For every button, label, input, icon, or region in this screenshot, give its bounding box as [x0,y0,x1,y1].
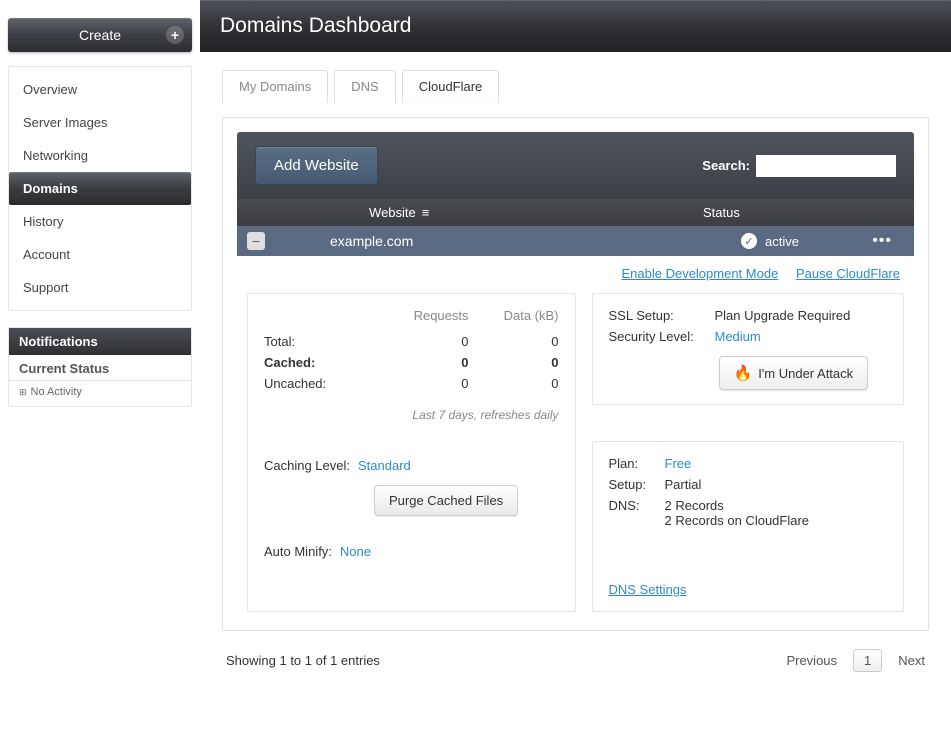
dns-value-line2: 2 Records on CloudFlare [665,513,810,528]
collapse-toggle[interactable]: − [247,232,265,250]
setup-value: Partial [665,477,702,492]
sort-icon: ≡ [422,205,430,220]
tabs: My Domains DNS CloudFlare [222,70,929,103]
auto-minify-label: Auto Minify: [264,544,332,559]
plan-label: Plan: [609,456,659,471]
ssl-setup-label: SSL Setup: [609,308,709,323]
showing-text: Showing 1 to 1 of 1 entries [226,653,380,668]
pause-cloudflare-link[interactable]: Pause CloudFlare [796,266,900,281]
plus-icon: + [166,26,184,44]
stats-row-uncached: Uncached: 0 0 [264,373,559,394]
col-data: Data (kB) [469,308,559,323]
nav-item-history[interactable]: History [9,205,191,238]
flame-icon: 🔥 [734,364,753,382]
stats-note: Last 7 days, refreshes daily [264,408,559,422]
under-attack-button[interactable]: 🔥 I'm Under Attack [719,356,869,390]
panel-toolbar: Add Website Search: [237,132,914,199]
page-number[interactable]: 1 [853,649,882,672]
security-level-label: Security Level: [609,329,709,344]
enable-dev-mode-link[interactable]: Enable Development Mode [621,266,778,281]
nav-item-networking[interactable]: Networking [9,139,191,172]
create-button[interactable]: Create + [8,18,192,52]
setup-label: Setup: [609,477,659,492]
col-website[interactable]: Website≡ [255,205,543,220]
column-headers: Website≡ Status [237,199,914,226]
previous-button[interactable]: Previous [786,653,837,668]
action-links: Enable Development Mode Pause CloudFlare [237,256,914,293]
site-name: example.com [330,233,413,249]
nav-item-server-images[interactable]: Server Images [9,106,191,139]
more-icon[interactable]: ••• [872,232,892,250]
dns-settings-link[interactable]: DNS Settings [609,582,687,597]
status-text: active [765,234,799,249]
tab-dns[interactable]: DNS [334,70,395,103]
tab-cloudflare[interactable]: CloudFlare [402,70,500,103]
nav-item-overview[interactable]: Overview [9,73,191,106]
search-input[interactable] [756,155,896,177]
caching-level-label: Caching Level: [264,458,350,473]
cloudflare-panel: Add Website Search: Website≡ Status − ex… [222,117,929,631]
purge-cached-files-button[interactable]: Purge Cached Files [374,485,518,516]
notifications-panel: Notifications Current Status ⊞ No Activi… [8,327,192,407]
col-status[interactable]: Status [543,205,799,220]
nav-list: Overview Server Images Networking Domain… [8,66,192,311]
add-website-button[interactable]: Add Website [255,146,378,185]
security-card: SSL Setup: Plan Upgrade Required Securit… [592,293,905,405]
notifications-row: ⊞ No Activity [9,381,191,406]
search-label: Search: [702,158,750,173]
nav-item-support[interactable]: Support [9,271,191,304]
create-label: Create [79,27,121,43]
nav-item-domains[interactable]: Domains [9,172,191,205]
notifications-subhead: Current Status [9,355,191,381]
no-activity-label: No Activity [31,386,82,398]
next-button[interactable]: Next [898,653,925,668]
ssl-setup-value: Plan Upgrade Required [715,308,851,323]
dns-value-line1: 2 Records [665,498,810,513]
auto-minify-value[interactable]: None [340,544,371,559]
check-icon: ✓ [741,233,757,249]
table-row: − example.com ✓ active ••• [237,226,914,256]
stats-row-cached: Cached: 0 0 [264,352,559,373]
nav-item-account[interactable]: Account [9,238,191,271]
tab-my-domains[interactable]: My Domains [222,70,328,103]
page-title: Domains Dashboard [200,0,951,52]
plan-card: Plan: Free Setup: Partial DNS: 2 Records [592,441,905,612]
notifications-heading: Notifications [9,328,191,355]
stats-row-total: Total: 0 0 [264,331,559,352]
security-level-value[interactable]: Medium [715,329,761,344]
stats-card: Requests Data (kB) Total: 0 0 Cached: 0 … [247,293,576,612]
dns-label: DNS: [609,498,659,528]
expand-icon[interactable]: ⊞ [19,387,27,398]
plan-value[interactable]: Free [665,456,692,471]
caching-level-value[interactable]: Standard [358,458,411,473]
col-requests: Requests [379,308,469,323]
